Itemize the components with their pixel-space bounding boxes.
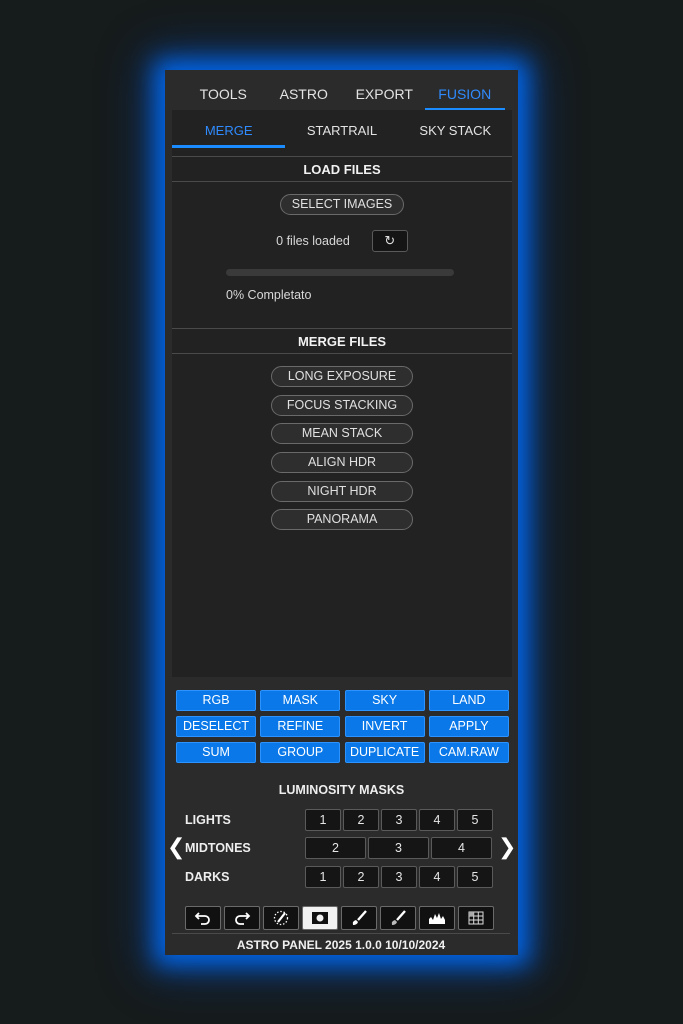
midtones-row: MIDTONES 2 3 4 bbox=[185, 837, 495, 859]
undo-icon bbox=[194, 912, 210, 925]
midtones-buttons: 2 3 4 bbox=[305, 837, 492, 859]
redo-button[interactable] bbox=[224, 906, 260, 930]
subtab-startrail[interactable]: STARTRAIL bbox=[285, 110, 398, 148]
lights-row: LIGHTS 1 2 3 4 5 bbox=[185, 809, 495, 831]
apply-button[interactable]: APPLY bbox=[428, 716, 509, 737]
grid-button[interactable] bbox=[458, 906, 494, 930]
subtab-merge[interactable]: MERGE bbox=[172, 110, 286, 148]
midtones-label: MIDTONES bbox=[185, 841, 251, 855]
brush-icon bbox=[352, 910, 367, 925]
midtones-4-button[interactable]: 4 bbox=[431, 837, 492, 859]
select-images-button[interactable]: SELECT IMAGES bbox=[280, 194, 404, 215]
grid-icon bbox=[468, 911, 484, 925]
astro-panel: TOOLS ASTRO EXPORT FUSION MERGE STARTRAI… bbox=[165, 70, 518, 955]
lights-buttons: 1 2 3 4 5 bbox=[305, 809, 493, 831]
focus-stacking-button[interactable]: FOCUS STACKING bbox=[271, 394, 413, 416]
panorama-button[interactable]: PANORAMA bbox=[271, 509, 413, 531]
lights-5-button[interactable]: 5 bbox=[457, 809, 493, 831]
darks-buttons: 1 2 3 4 5 bbox=[305, 866, 493, 888]
brush-dark-icon bbox=[391, 910, 406, 925]
long-exposure-button[interactable]: LONG EXPOSURE bbox=[271, 366, 413, 387]
progress-bar bbox=[226, 269, 454, 276]
sky-button[interactable]: SKY bbox=[344, 690, 425, 711]
deselect-button[interactable]: DESELECT bbox=[176, 716, 256, 737]
load-files-header: LOAD FILES bbox=[172, 156, 512, 182]
invert-button[interactable]: INVERT bbox=[344, 716, 425, 737]
brush-dark-button[interactable] bbox=[380, 906, 416, 930]
midtones-3-button[interactable]: 3 bbox=[368, 837, 429, 859]
dotted-brush-button[interactable] bbox=[263, 906, 299, 930]
subtab-sky-stack[interactable]: SKY STACK bbox=[399, 110, 512, 148]
brush-button[interactable] bbox=[341, 906, 377, 930]
tab-fusion[interactable]: FUSION bbox=[424, 70, 506, 110]
version-footer: ASTRO PANEL 2025 1.0.0 10/10/2024 bbox=[172, 933, 510, 952]
files-loaded-row: 0 files loaded ↻ bbox=[172, 229, 512, 253]
rgb-button[interactable]: RGB bbox=[176, 690, 256, 711]
group-button[interactable]: GROUP bbox=[260, 742, 341, 763]
lights-3-button[interactable]: 3 bbox=[381, 809, 417, 831]
bottom-icon-toolbar bbox=[185, 906, 494, 930]
tab-astro[interactable]: ASTRO bbox=[264, 70, 345, 110]
align-hdr-button[interactable]: ALIGN HDR bbox=[271, 452, 413, 474]
fusion-content: MERGE STARTRAIL SKY STACK LOAD FILES SEL… bbox=[172, 110, 512, 677]
tab-export[interactable]: EXPORT bbox=[344, 70, 425, 110]
chevron-right-icon[interactable]: ❯ bbox=[498, 836, 516, 858]
histogram-button[interactable] bbox=[419, 906, 455, 930]
dotted-brush-icon bbox=[273, 910, 289, 926]
progress-text: 0% Completato bbox=[226, 288, 312, 302]
darks-3-button[interactable]: 3 bbox=[381, 866, 417, 888]
lights-1-button[interactable]: 1 bbox=[305, 809, 341, 831]
merge-button-list: LONG EXPOSURE FOCUS STACKING MEAN STACK … bbox=[172, 366, 512, 531]
lights-2-button[interactable]: 2 bbox=[343, 809, 379, 831]
sub-tab-bar: MERGE STARTRAIL SKY STACK bbox=[172, 110, 512, 148]
mask-button[interactable]: MASK bbox=[260, 690, 341, 711]
merge-files-header: MERGE FILES bbox=[172, 328, 512, 354]
undo-button[interactable] bbox=[185, 906, 221, 930]
refresh-button[interactable]: ↻ bbox=[371, 230, 408, 252]
top-tab-bar: TOOLS ASTRO EXPORT FUSION bbox=[183, 70, 505, 110]
lights-label: LIGHTS bbox=[185, 813, 231, 827]
files-loaded-text: 0 files loaded bbox=[276, 234, 350, 248]
sum-button[interactable]: SUM bbox=[176, 742, 256, 763]
chevron-left-icon[interactable]: ❮ bbox=[167, 836, 185, 858]
refine-button[interactable]: REFINE bbox=[260, 716, 341, 737]
tab-tools[interactable]: TOOLS bbox=[183, 70, 264, 110]
cam-raw-button[interactable]: CAM.RAW bbox=[428, 742, 509, 763]
darks-4-button[interactable]: 4 bbox=[419, 866, 455, 888]
selection-tool-grid: RGB MASK SKY LAND DESELECT REFINE INVERT… bbox=[176, 690, 509, 763]
lights-4-button[interactable]: 4 bbox=[419, 809, 455, 831]
night-hdr-button[interactable]: NIGHT HDR bbox=[271, 480, 413, 502]
darks-5-button[interactable]: 5 bbox=[457, 866, 493, 888]
midtones-2-button[interactable]: 2 bbox=[305, 837, 366, 859]
histogram-icon bbox=[429, 913, 445, 924]
duplicate-button[interactable]: DUPLICATE bbox=[344, 742, 425, 763]
darks-row: DARKS 1 2 3 4 5 bbox=[185, 866, 495, 888]
mean-stack-button[interactable]: MEAN STACK bbox=[271, 423, 413, 445]
darks-2-button[interactable]: 2 bbox=[343, 866, 379, 888]
land-button[interactable]: LAND bbox=[428, 690, 509, 711]
redo-icon bbox=[235, 912, 251, 925]
camera-button[interactable] bbox=[302, 906, 338, 930]
refresh-icon: ↻ bbox=[384, 233, 396, 248]
camera-icon bbox=[312, 912, 328, 924]
darks-1-button[interactable]: 1 bbox=[305, 866, 341, 888]
luminosity-masks-title: LUMINOSITY MASKS bbox=[278, 783, 405, 797]
darks-label: DARKS bbox=[185, 870, 230, 884]
